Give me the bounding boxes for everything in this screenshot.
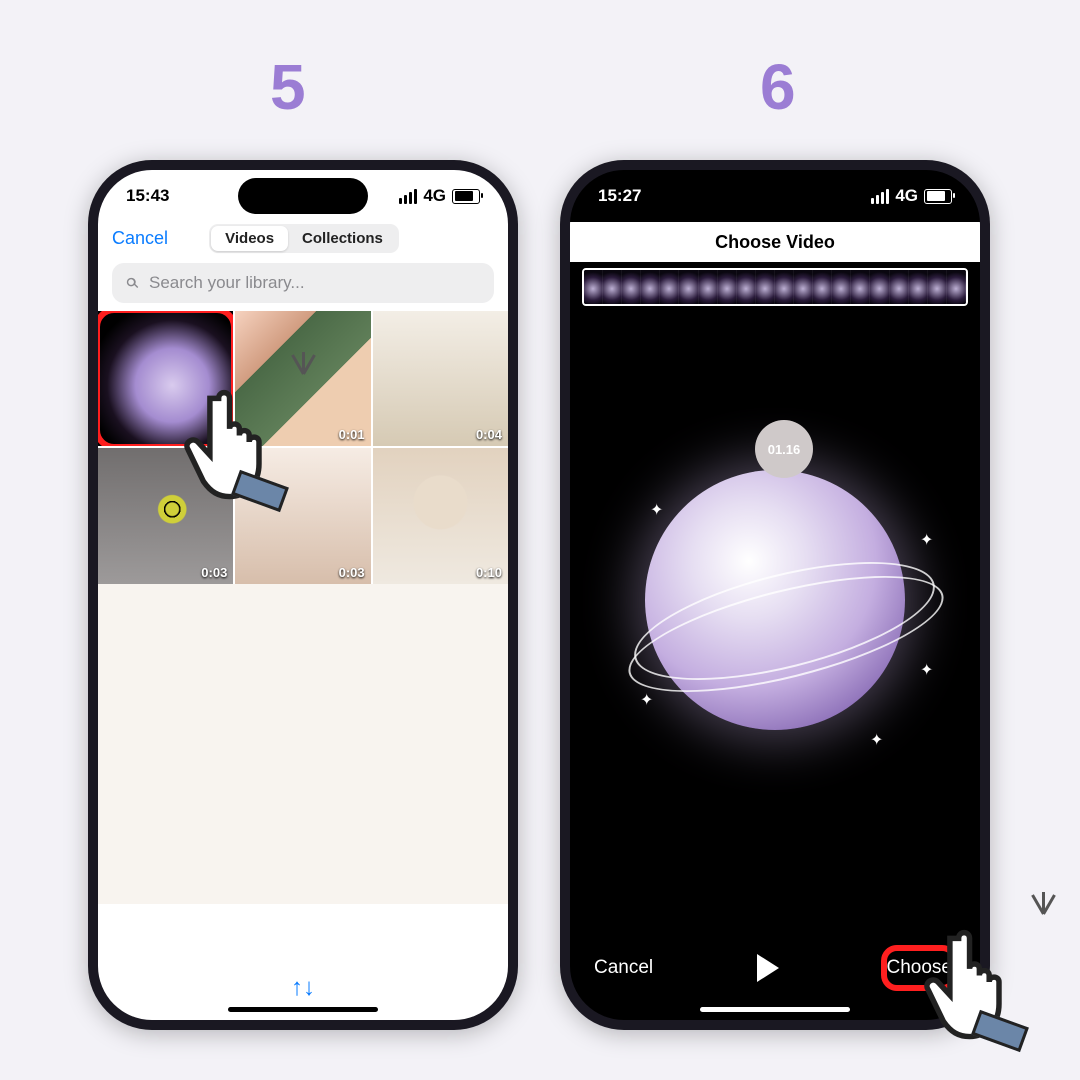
network-label: 4G xyxy=(423,186,446,206)
play-icon[interactable] xyxy=(757,954,779,982)
battery-icon xyxy=(452,189,480,204)
phone-step5: 15:43 4G Cancel Videos Collections Searc… xyxy=(88,160,518,1030)
dynamic-island xyxy=(238,178,368,214)
network-label: 4G xyxy=(895,186,918,206)
home-indicator xyxy=(228,1007,378,1012)
tab-collections[interactable]: Collections xyxy=(288,226,397,251)
empty-area xyxy=(98,584,508,904)
bottom-toolbar: Cancel Choose xyxy=(570,938,980,998)
dynamic-island xyxy=(710,178,840,214)
search-placeholder: Search your library... xyxy=(149,273,305,293)
duration: 0:04 xyxy=(476,427,502,442)
signal-icon xyxy=(871,189,889,204)
home-indicator xyxy=(700,1007,850,1012)
overlay-badge: 01.16 xyxy=(755,420,813,478)
thumb-2[interactable]: 0:04 xyxy=(373,311,508,446)
trim-track[interactable] xyxy=(582,268,968,306)
cancel-button[interactable]: Cancel xyxy=(594,957,653,979)
clock: 15:27 xyxy=(598,186,641,206)
duration: 0:03 xyxy=(201,565,227,580)
duration: 0:10 xyxy=(476,565,502,580)
tap-cursor-icon xyxy=(180,360,300,500)
page-title: Choose Video xyxy=(570,222,980,262)
signal-icon xyxy=(399,189,417,204)
sort-button[interactable]: ↑↓ xyxy=(98,974,508,1002)
battery-icon xyxy=(924,189,952,204)
segmented-control[interactable]: Videos Collections xyxy=(209,224,399,253)
step-5: 5 xyxy=(270,50,306,124)
thumb-5[interactable]: 0:10 xyxy=(373,448,508,583)
step-6: 6 xyxy=(760,50,796,124)
search-icon xyxy=(124,275,141,292)
clock: 15:43 xyxy=(126,186,169,206)
tab-videos[interactable]: Videos xyxy=(211,226,288,251)
search-input[interactable]: Search your library... xyxy=(112,263,494,303)
duration: 0:03 xyxy=(339,565,365,580)
cancel-button[interactable]: Cancel xyxy=(112,228,168,249)
tap-cursor-icon xyxy=(920,900,1040,1040)
duration: 0:01 xyxy=(339,427,365,442)
